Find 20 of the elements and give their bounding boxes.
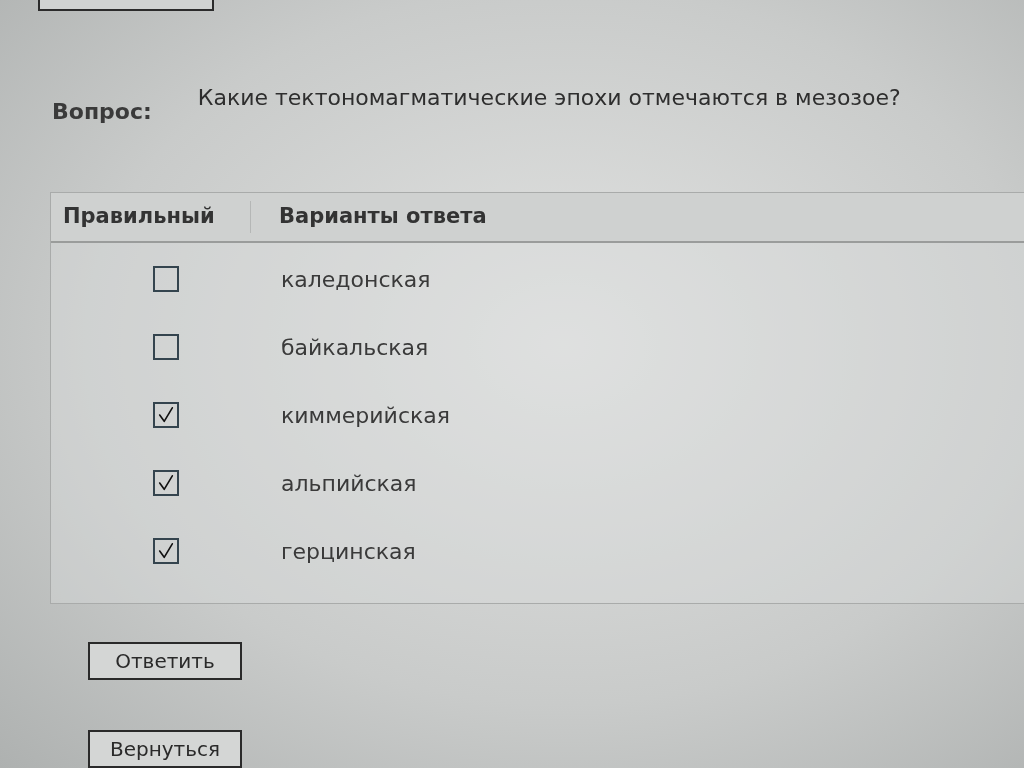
- question-label: Вопрос:: [52, 98, 152, 126]
- column-header: Варианты ответа: [278, 203, 487, 231]
- answer-option: альпийская: [281, 466, 417, 500]
- column-header: Правильный: [51, 201, 251, 233]
- checkbox[interactable]: [153, 266, 179, 292]
- answer-option: байкальская: [281, 330, 429, 364]
- tick-icon: [157, 542, 175, 560]
- answer-option: герцинская: [281, 534, 416, 568]
- partial-button[interactable]: [38, 0, 214, 11]
- tick-icon: [157, 406, 175, 424]
- checkbox[interactable]: [153, 402, 179, 428]
- checkbox[interactable]: [153, 334, 179, 360]
- question-text: Какие тектономагматические эпохи отмечаются в мезозое?: [197, 84, 901, 112]
- return-button[interactable]: Вернуться: [88, 730, 242, 768]
- answer-button[interactable]: Ответить: [88, 642, 242, 680]
- answer-option: киммерийская: [281, 398, 450, 432]
- tick-icon: [157, 474, 175, 492]
- answer-option: каледонская: [281, 262, 431, 296]
- checkbox[interactable]: [153, 538, 179, 564]
- checkbox[interactable]: [153, 470, 179, 496]
